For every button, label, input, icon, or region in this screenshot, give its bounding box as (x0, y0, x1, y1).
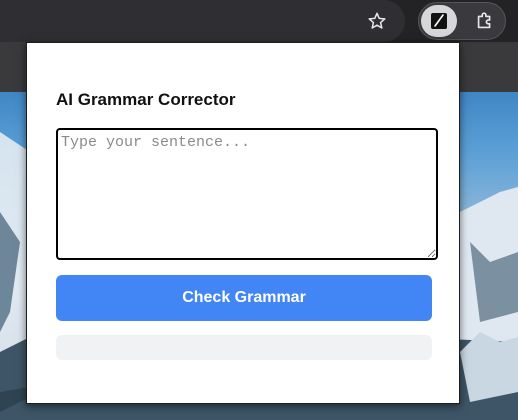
star-icon (368, 12, 386, 29)
check-grammar-button[interactable]: Check Grammar (56, 275, 432, 321)
pen-icon (431, 13, 447, 29)
bookmark-star-button[interactable] (361, 5, 393, 37)
address-bar[interactable] (0, 0, 405, 42)
grammar-extension-button[interactable] (421, 5, 457, 37)
puzzle-icon (477, 12, 491, 29)
extensions-menu-button[interactable] (469, 5, 501, 37)
extension-popup: AI Grammar Corrector Check Grammar (26, 42, 460, 404)
result-output (56, 335, 432, 360)
sentence-input[interactable] (56, 128, 438, 260)
popup-title: AI Grammar Corrector (56, 90, 236, 109)
browser-toolbar (0, 0, 518, 42)
